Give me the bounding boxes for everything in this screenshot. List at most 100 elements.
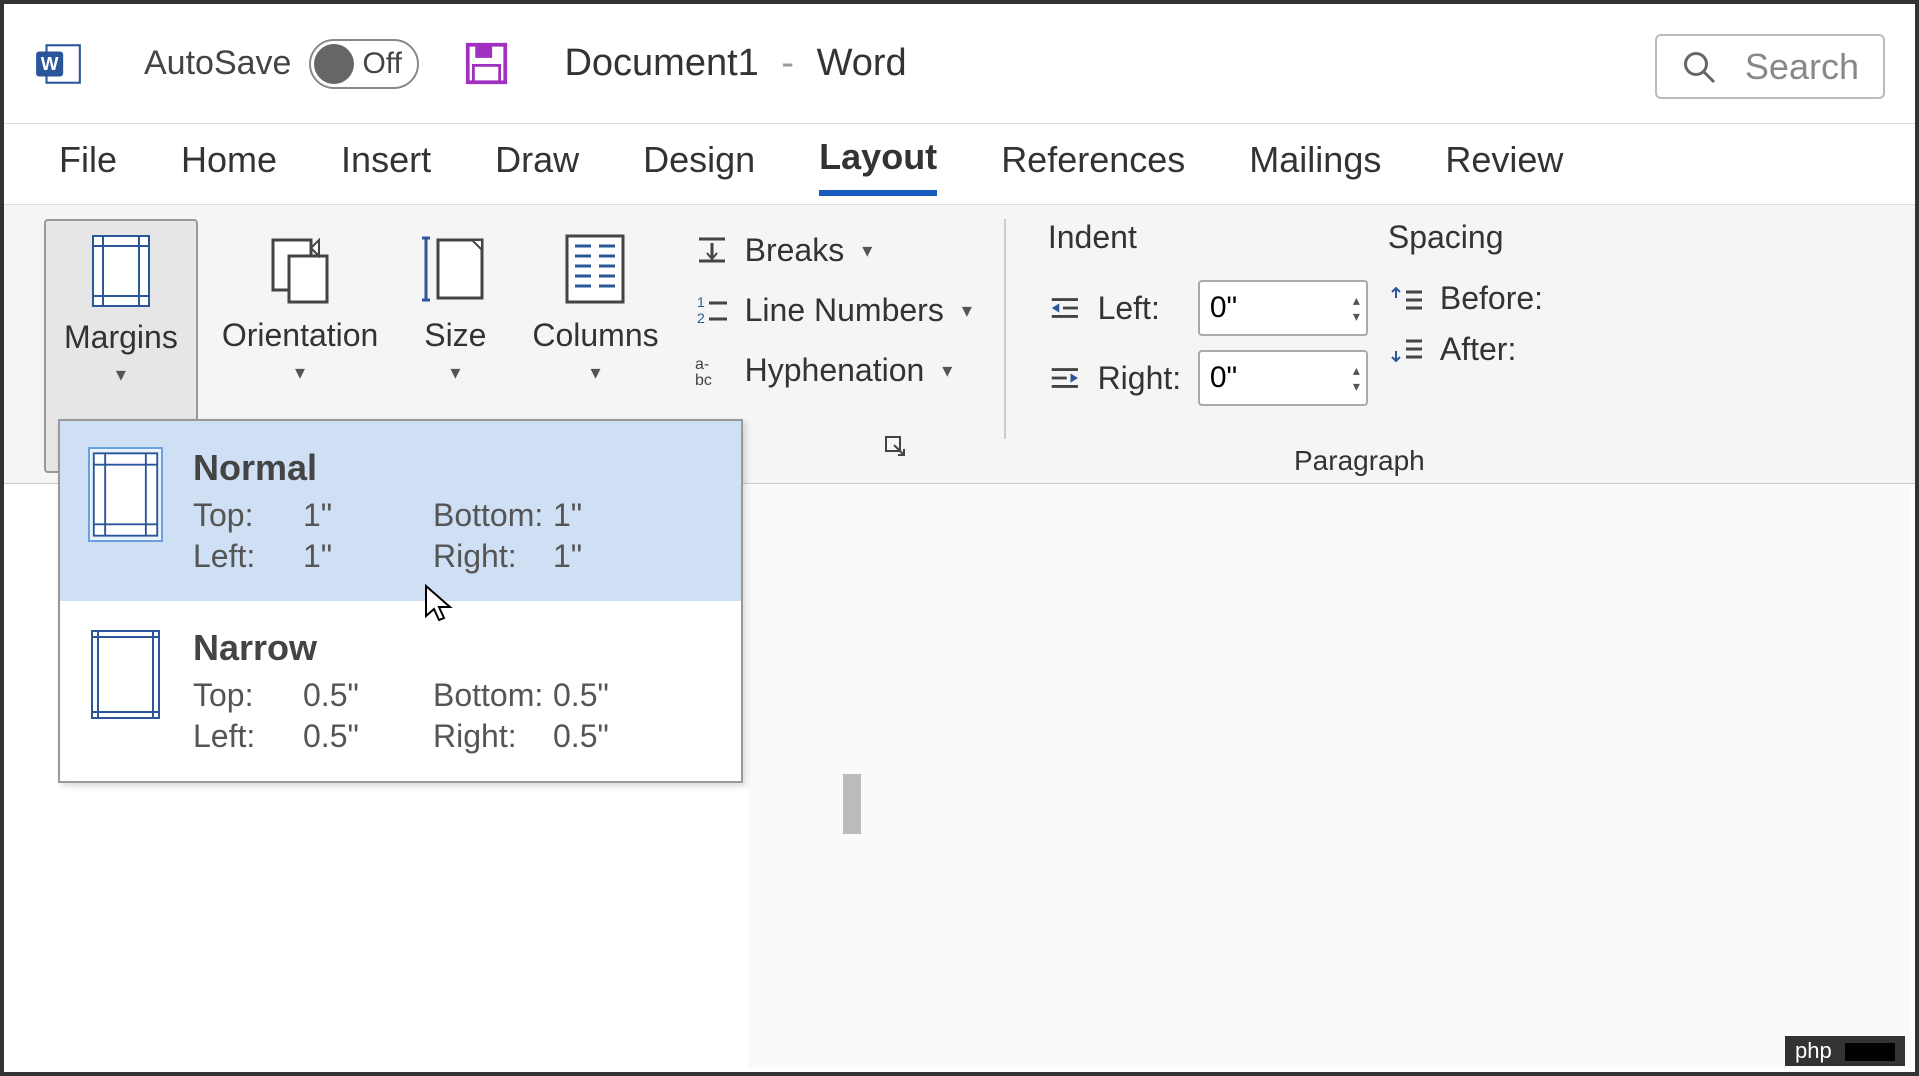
chevron-down-icon: ▾ — [942, 358, 952, 383]
save-icon[interactable] — [464, 41, 509, 86]
columns-icon — [563, 232, 627, 306]
tab-file[interactable]: File — [59, 135, 117, 193]
autosave-label: AutoSave — [144, 44, 291, 83]
margin-narrow-title: Narrow — [193, 627, 713, 669]
spacing-before-icon — [1388, 284, 1424, 314]
margins-dropdown: Normal Top: 1" Bottom: 1" Left: 1" Right… — [58, 419, 743, 783]
paragraph-group-label: Paragraph — [1294, 445, 1425, 477]
hyphenation-icon: a- bc — [693, 351, 731, 389]
margin-option-normal[interactable]: Normal Top: 1" Bottom: 1" Left: 1" Right… — [60, 421, 741, 601]
page-edge — [843, 774, 861, 834]
top-value: 1" — [303, 497, 433, 534]
app-name: Word — [817, 42, 907, 84]
indent-left-label: Left: — [1098, 290, 1182, 327]
chevron-down-icon: ▾ — [295, 360, 305, 385]
indent-right-label: Right: — [1098, 360, 1182, 397]
right-label: Right: — [433, 538, 553, 575]
line-numbers-label: Line Numbers — [745, 292, 944, 329]
margin-narrow-icon — [88, 627, 163, 722]
size-icon — [420, 232, 490, 306]
chevron-down-icon: ▾ — [590, 360, 600, 385]
tab-references[interactable]: References — [1001, 135, 1185, 193]
breaks-label: Breaks — [745, 232, 845, 269]
indent-right-value: 0" — [1210, 361, 1237, 395]
breaks-icon — [693, 231, 731, 269]
breaks-button[interactable]: Breaks ▾ — [683, 225, 982, 275]
title-separator: - — [781, 42, 794, 84]
svg-text:1: 1 — [697, 294, 705, 310]
line-numbers-icon: 1 2 — [693, 291, 731, 329]
toggle-knob — [314, 44, 354, 84]
tab-draw[interactable]: Draw — [495, 135, 579, 193]
right-value: 0.5" — [553, 718, 633, 755]
tab-home[interactable]: Home — [181, 135, 277, 193]
columns-label: Columns — [532, 317, 658, 354]
margin-normal-title: Normal — [193, 447, 713, 489]
doc-name: Document1 — [564, 42, 758, 84]
orientation-label: Orientation — [222, 317, 379, 354]
line-numbers-button[interactable]: 1 2 Line Numbers ▾ — [683, 285, 982, 335]
spacing-after-label: After: — [1440, 331, 1550, 368]
left-value: 0.5" — [303, 718, 433, 755]
mouse-cursor-icon — [422, 582, 454, 626]
page-setup-launcher-icon[interactable] — [884, 435, 908, 459]
search-placeholder: Search — [1745, 46, 1859, 88]
hyphenation-label: Hyphenation — [745, 352, 925, 389]
tab-layout[interactable]: Layout — [819, 132, 937, 196]
indent-left-value: 0" — [1210, 291, 1237, 325]
search-icon — [1681, 49, 1717, 85]
spacing-group-label: Spacing — [1388, 219, 1550, 256]
ribbon-separator — [1004, 219, 1006, 439]
margins-label: Margins — [64, 319, 178, 356]
size-label: Size — [424, 317, 486, 354]
left-value: 1" — [303, 538, 433, 575]
indent-left-icon — [1048, 293, 1082, 323]
autosave-toggle[interactable]: Off — [309, 39, 419, 89]
left-label: Left: — [193, 718, 303, 755]
svg-text:W: W — [41, 53, 59, 74]
search-box[interactable]: Search — [1655, 34, 1885, 99]
indent-left-input[interactable]: 0" ▴▾ — [1198, 280, 1368, 336]
indent-group: Indent Left: 0" ▴▾ Right: 0" — [1028, 219, 1368, 473]
title-bar: W AutoSave Off Document1 - Word Search — [4, 4, 1915, 124]
autosave-state: Off — [362, 47, 401, 81]
margins-icon — [91, 234, 151, 308]
watermark: php — [1785, 1036, 1905, 1066]
bottom-label: Bottom: — [433, 497, 553, 534]
bottom-value: 0.5" — [553, 677, 633, 714]
word-app-icon: W — [34, 39, 84, 89]
right-value: 1" — [553, 538, 633, 575]
spacing-after-icon — [1388, 335, 1424, 365]
left-label: Left: — [193, 538, 303, 575]
tab-design[interactable]: Design — [643, 135, 755, 193]
svg-text:2: 2 — [697, 310, 705, 326]
margin-normal-icon — [88, 447, 163, 542]
indent-right-icon — [1048, 363, 1082, 393]
spacing-group: Spacing Before: After: — [1368, 219, 1550, 473]
margin-option-narrow[interactable]: Narrow Top: 0.5" Bottom: 0.5" Left: 0.5"… — [60, 601, 741, 781]
document-title: Document1 - Word — [564, 42, 906, 85]
spinner[interactable]: ▴▾ — [1353, 293, 1360, 323]
orientation-icon — [265, 232, 335, 306]
tab-review[interactable]: Review — [1445, 135, 1563, 193]
chevron-down-icon: ▾ — [116, 362, 126, 387]
chevron-down-icon: ▾ — [862, 238, 872, 263]
chevron-down-icon: ▾ — [450, 360, 460, 385]
top-label: Top: — [193, 677, 303, 714]
svg-text:bc: bc — [695, 372, 712, 389]
spinner[interactable]: ▴▾ — [1353, 363, 1360, 393]
top-value: 0.5" — [303, 677, 433, 714]
indent-right-input[interactable]: 0" ▴▾ — [1198, 350, 1368, 406]
document-canvas[interactable] — [748, 484, 1911, 1068]
chevron-down-icon: ▾ — [962, 298, 972, 323]
bottom-label: Bottom: — [433, 677, 553, 714]
indent-group-label: Indent — [1048, 219, 1368, 256]
tab-mailings[interactable]: Mailings — [1249, 135, 1381, 193]
hyphenation-button[interactable]: a- bc Hyphenation ▾ — [683, 345, 982, 395]
top-label: Top: — [193, 497, 303, 534]
ribbon-tabs: File Home Insert Draw Design Layout Refe… — [4, 124, 1915, 204]
tab-insert[interactable]: Insert — [341, 135, 431, 193]
bottom-value: 1" — [553, 497, 633, 534]
spacing-before-label: Before: — [1440, 280, 1550, 317]
right-label: Right: — [433, 718, 553, 755]
